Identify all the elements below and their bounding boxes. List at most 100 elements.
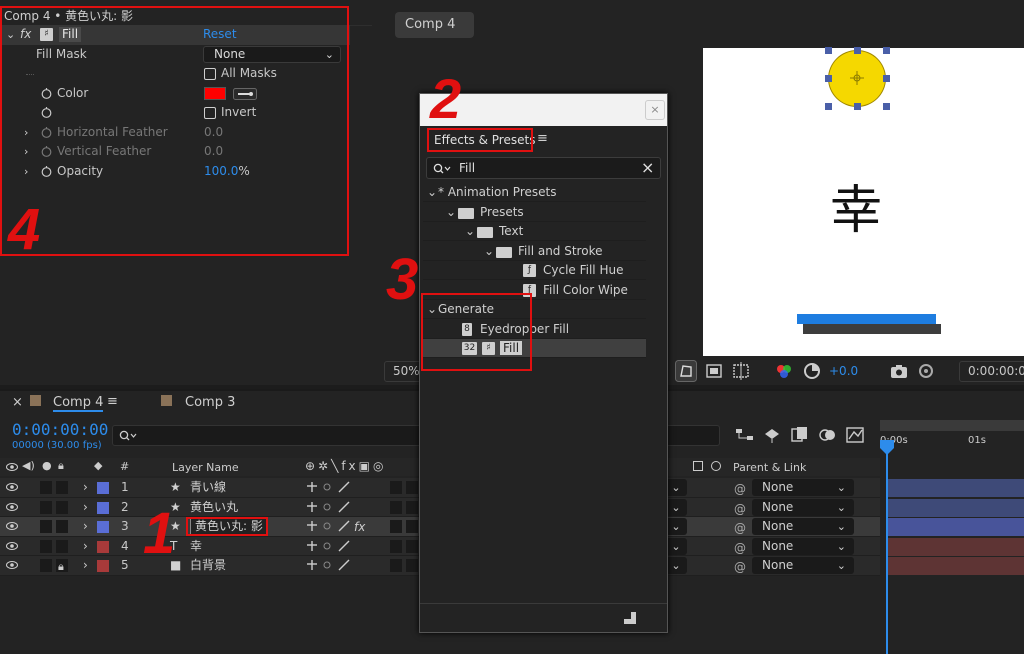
chevron-right-icon[interactable]: › [83, 556, 88, 575]
switch-box[interactable] [406, 539, 418, 553]
solo-toggle[interactable] [40, 559, 52, 572]
parent-dropdown[interactable]: None ⌄ [752, 479, 854, 496]
quality-switch-icon[interactable] [337, 500, 351, 514]
pick-whip-icon[interactable]: @ [734, 480, 746, 499]
parent-dropdown[interactable]: None ⌄ [752, 537, 854, 555]
tab-comp-4[interactable]: Comp 4 [53, 395, 104, 412]
transform-handle[interactable] [825, 47, 832, 54]
tab-comp-3[interactable]: Comp 3 [185, 395, 235, 410]
shy-switch-icon[interactable] [305, 519, 319, 533]
mode-dropdown[interactable]: ⌄ [665, 557, 687, 574]
effects-search-value[interactable]: Fill [459, 161, 475, 175]
transform-handle[interactable] [854, 103, 861, 110]
playhead[interactable] [886, 440, 888, 654]
chevron-down-icon[interactable]: ⌄ [465, 222, 475, 240]
transform-handle[interactable] [883, 103, 890, 110]
snapshot-camera-icon[interactable] [888, 360, 910, 382]
new-preset-icon[interactable] [623, 611, 637, 625]
quality-switch-icon[interactable] [337, 539, 351, 553]
eye-icon[interactable] [6, 521, 18, 531]
chevron-down-icon[interactable]: ⌄ [427, 183, 437, 201]
mode-dropdown[interactable]: ⌄ [665, 479, 687, 496]
pick-whip-icon[interactable]: @ [734, 558, 746, 577]
effects-tree-item[interactable]: ⌄ * Animation Presets [423, 183, 646, 202]
collapse-switch-icon[interactable] [320, 558, 334, 572]
layer-duration-bar[interactable] [888, 518, 1024, 536]
lock-toggle[interactable] [56, 481, 68, 494]
label-color-swatch[interactable] [97, 560, 109, 572]
eye-icon[interactable] [6, 482, 18, 492]
mask-path-visibility-icon[interactable] [675, 360, 697, 382]
switch-box[interactable] [406, 500, 418, 514]
collapse-switch-icon[interactable] [320, 500, 334, 514]
label-color-swatch[interactable] [97, 521, 109, 533]
layer-duration-bar[interactable] [888, 537, 1024, 556]
panel-menu-icon[interactable]: ≡ [107, 394, 118, 409]
quality-switch-icon[interactable] [337, 480, 351, 494]
lock-icon[interactable]: 🔒︎ [58, 557, 64, 576]
chevron-right-icon[interactable]: › [83, 517, 88, 536]
timeline-timecode[interactable]: 0:00:00:00 [12, 420, 108, 439]
transform-handle[interactable] [825, 75, 832, 82]
blue-line-layer[interactable] [797, 314, 936, 324]
layer-duration-bar[interactable] [888, 479, 1024, 497]
chevron-right-icon[interactable]: › [83, 537, 88, 556]
clear-search-icon[interactable]: × [641, 158, 654, 177]
label-color-swatch[interactable] [97, 482, 109, 494]
layer-name[interactable]: 黄色い丸 [190, 498, 238, 517]
effects-tree-item[interactable]: ƒ Cycle Fill Hue [423, 261, 646, 280]
kanji-text-layer[interactable]: 幸 [830, 168, 882, 243]
parent-dropdown[interactable]: None ⌄ [752, 557, 854, 574]
eye-icon[interactable] [6, 502, 18, 512]
layer-duration-bar[interactable] [888, 498, 1024, 517]
shy-switch-icon[interactable] [305, 500, 319, 514]
transform-handle[interactable] [825, 103, 832, 110]
motion-blur-icon[interactable] [818, 426, 838, 444]
switch-box[interactable] [390, 481, 402, 494]
switch-box[interactable] [390, 559, 402, 572]
grid-guides-icon[interactable] [730, 360, 752, 382]
switch-box[interactable] [390, 520, 402, 533]
chevron-right-icon[interactable]: › [83, 478, 88, 497]
eye-icon[interactable] [6, 541, 18, 551]
collapse-switch-icon[interactable] [320, 539, 334, 553]
lock-toggle[interactable] [56, 539, 68, 553]
label-color-swatch[interactable] [97, 501, 109, 514]
solo-toggle[interactable] [40, 481, 52, 494]
switch-box[interactable] [406, 520, 418, 533]
lock-toggle[interactable] [56, 500, 68, 514]
draft-3d-icon[interactable] [762, 426, 782, 444]
transform-handle[interactable] [883, 75, 890, 82]
frame-blending-icon[interactable] [790, 426, 810, 444]
effects-tree-item[interactable]: ⌄ Fill and Stroke [423, 242, 646, 261]
layer-duration-bar[interactable] [888, 557, 1024, 575]
pick-whip-icon[interactable]: @ [734, 539, 746, 558]
color-management-icon[interactable] [801, 360, 823, 382]
label-color-swatch[interactable] [97, 540, 109, 553]
pick-whip-icon[interactable]: @ [734, 500, 746, 519]
mode-dropdown[interactable]: ⌄ [665, 498, 687, 516]
chevron-down-icon[interactable]: ⌄ [446, 203, 456, 221]
viewer-timecode[interactable]: 0:00:00:00 [959, 361, 1024, 382]
layer-name[interactable]: 幸 [190, 537, 202, 556]
show-snapshot-icon[interactable] [915, 360, 937, 382]
effect-switch-icon[interactable]: fx [354, 518, 365, 537]
chevron-down-icon[interactable]: ⌄ [484, 242, 494, 260]
exposure-value[interactable]: +0.0 [829, 364, 858, 378]
solo-toggle[interactable] [40, 500, 52, 514]
region-of-interest-icon[interactable] [703, 360, 725, 382]
mode-dropdown[interactable]: ⌄ [665, 537, 687, 555]
layer-name[interactable]: 白背景 [190, 556, 226, 575]
time-ruler[interactable]: 0:00s 01s [880, 420, 1024, 456]
switch-box[interactable] [390, 500, 402, 514]
lock-toggle[interactable] [56, 520, 68, 533]
zoom-dropdown[interactable]: 50% [384, 361, 422, 382]
switch-box[interactable] [406, 559, 418, 572]
layer-name[interactable]: 青い線 [190, 478, 226, 497]
quality-switch-icon[interactable] [337, 519, 351, 533]
parent-dropdown[interactable]: None ⌄ [752, 518, 854, 535]
bar-shadow-layer[interactable] [803, 324, 941, 334]
transform-handle[interactable] [854, 47, 861, 54]
switch-box[interactable] [390, 539, 402, 553]
viewer-comp-tab[interactable]: Comp 4 [395, 12, 474, 38]
